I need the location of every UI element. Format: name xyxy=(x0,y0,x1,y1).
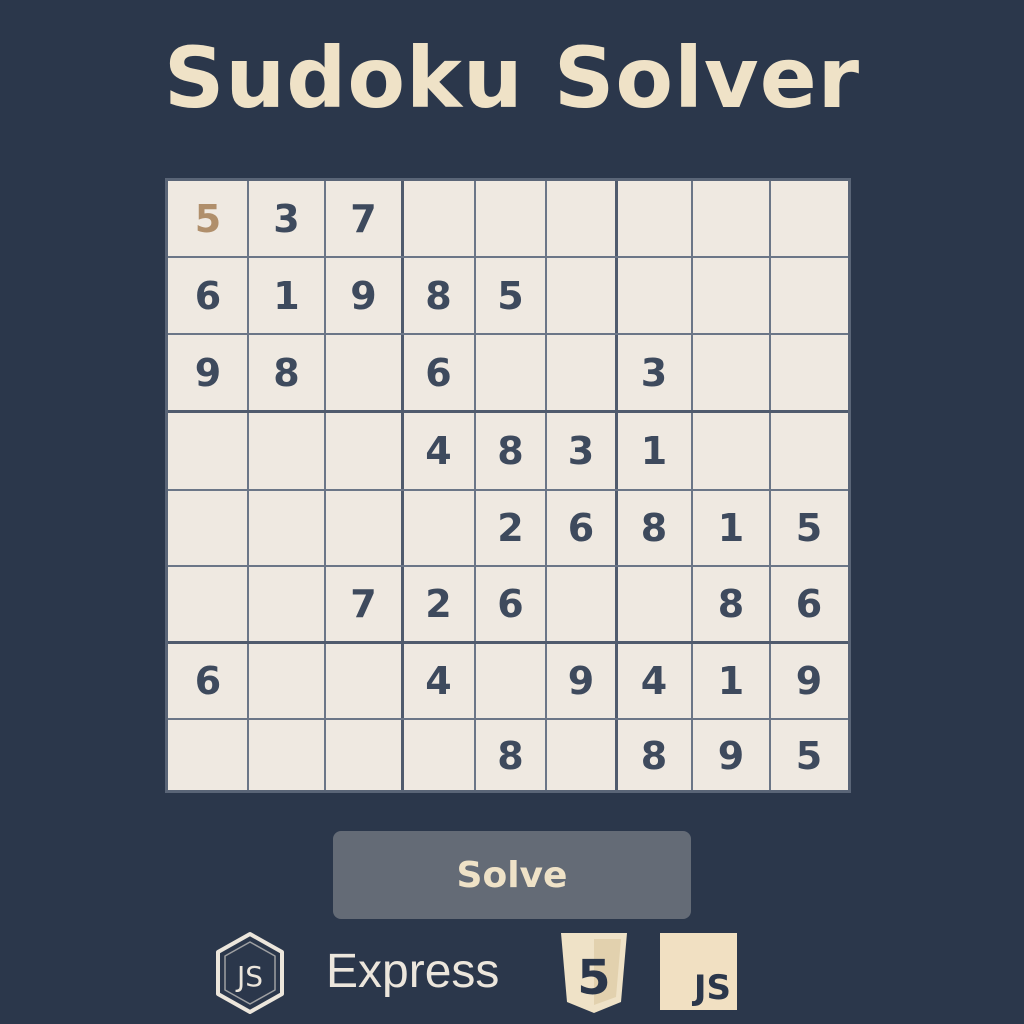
sudoku-cell[interactable]: 3 xyxy=(248,181,325,257)
sudoku-cell[interactable]: 6 xyxy=(770,566,848,642)
sudoku-cell[interactable] xyxy=(616,566,692,642)
sudoku-cell[interactable] xyxy=(168,490,248,566)
nodejs-hexagon-label: JS xyxy=(235,960,263,993)
sudoku-cell[interactable] xyxy=(402,181,475,257)
sudoku-cell[interactable] xyxy=(248,566,325,642)
sudoku-cell[interactable]: 1 xyxy=(692,642,770,719)
sudoku-cell[interactable]: 9 xyxy=(692,719,770,790)
sudoku-cell[interactable]: 8 xyxy=(402,257,475,334)
sudoku-cell[interactable] xyxy=(692,334,770,411)
sudoku-cell[interactable] xyxy=(616,181,692,257)
sudoku-cell[interactable]: 3 xyxy=(616,334,692,411)
sudoku-cell[interactable] xyxy=(546,334,616,411)
sudoku-cell[interactable] xyxy=(770,257,848,334)
sudoku-cell[interactable] xyxy=(616,257,692,334)
sudoku-cell[interactable]: 9 xyxy=(770,642,848,719)
sudoku-cell[interactable] xyxy=(770,181,848,257)
sudoku-cell[interactable]: 8 xyxy=(475,719,546,790)
sudoku-cell[interactable] xyxy=(692,181,770,257)
sudoku-cell[interactable] xyxy=(546,566,616,642)
sudoku-cell[interactable]: 5 xyxy=(770,490,848,566)
sudoku-cell[interactable]: 2 xyxy=(475,490,546,566)
page-title: Sudoku Solver xyxy=(163,29,861,127)
html5-shield-label: 5 xyxy=(577,950,610,1006)
sudoku-cell[interactable] xyxy=(692,411,770,490)
sudoku-cell[interactable] xyxy=(325,642,402,719)
sudoku-cell[interactable]: 6 xyxy=(402,334,475,411)
sudoku-cell[interactable]: 6 xyxy=(168,257,248,334)
sudoku-cell[interactable] xyxy=(248,719,325,790)
sudoku-cell[interactable]: 7 xyxy=(325,181,402,257)
sudoku-cell[interactable] xyxy=(546,181,616,257)
sudoku-cell[interactable] xyxy=(168,411,248,490)
sudoku-cell[interactable]: 4 xyxy=(616,642,692,719)
sudoku-cell[interactable] xyxy=(325,411,402,490)
sudoku-cell[interactable]: 1 xyxy=(248,257,325,334)
sudoku-cell[interactable]: 7 xyxy=(325,566,402,642)
sudoku-cell[interactable] xyxy=(770,334,848,411)
sudoku-cell[interactable]: 8 xyxy=(692,566,770,642)
sudoku-cell[interactable] xyxy=(325,719,402,790)
sudoku-cell[interactable]: 1 xyxy=(616,411,692,490)
sudoku-cell[interactable] xyxy=(248,411,325,490)
sudoku-cell[interactable]: 3 xyxy=(546,411,616,490)
sudoku-cell[interactable]: 8 xyxy=(616,719,692,790)
sudoku-cell[interactable]: 8 xyxy=(248,334,325,411)
sudoku-cell[interactable]: 9 xyxy=(325,257,402,334)
sudoku-cell[interactable]: 4 xyxy=(402,411,475,490)
sudoku-cell[interactable]: 6 xyxy=(168,642,248,719)
html5-shield-icon: 5 xyxy=(561,933,627,1013)
sudoku-cell[interactable] xyxy=(168,719,248,790)
sudoku-cell[interactable]: 2 xyxy=(402,566,475,642)
sudoku-cell[interactable] xyxy=(325,334,402,411)
sudoku-cell[interactable] xyxy=(402,490,475,566)
nodejs-hexagon-icon: JS xyxy=(216,932,284,1014)
sudoku-cell[interactable]: 9 xyxy=(546,642,616,719)
sudoku-cell[interactable] xyxy=(546,257,616,334)
solve-button[interactable]: Solve xyxy=(333,831,691,919)
sudoku-cell[interactable]: 6 xyxy=(475,566,546,642)
sudoku-cell[interactable] xyxy=(546,719,616,790)
sudoku-cell[interactable] xyxy=(248,642,325,719)
sudoku-cell[interactable] xyxy=(692,257,770,334)
sudoku-cell[interactable]: 5 xyxy=(770,719,848,790)
javascript-badge-label: JS xyxy=(693,968,731,1008)
sudoku-cell[interactable]: 9 xyxy=(168,334,248,411)
javascript-square-icon: JS xyxy=(660,933,737,1010)
sudoku-cell[interactable]: 5 xyxy=(168,181,248,257)
sudoku-cell[interactable]: 8 xyxy=(616,490,692,566)
sudoku-cell[interactable] xyxy=(325,490,402,566)
sudoku-cell[interactable]: 8 xyxy=(475,411,546,490)
express-label: Express xyxy=(326,945,500,998)
sudoku-cell[interactable]: 1 xyxy=(692,490,770,566)
sudoku-cell[interactable] xyxy=(475,181,546,257)
sudoku-cell[interactable]: 4 xyxy=(402,642,475,719)
sudoku-cell[interactable]: 6 xyxy=(546,490,616,566)
sudoku-cell[interactable]: 5 xyxy=(475,257,546,334)
sudoku-cell[interactable] xyxy=(475,642,546,719)
sudoku-board: 537619859863483126815726866494198895 xyxy=(165,178,851,793)
sudoku-cell[interactable] xyxy=(248,490,325,566)
sudoku-cell[interactable] xyxy=(168,566,248,642)
sudoku-cell[interactable] xyxy=(475,334,546,411)
sudoku-cell[interactable] xyxy=(402,719,475,790)
sudoku-cell[interactable] xyxy=(770,411,848,490)
